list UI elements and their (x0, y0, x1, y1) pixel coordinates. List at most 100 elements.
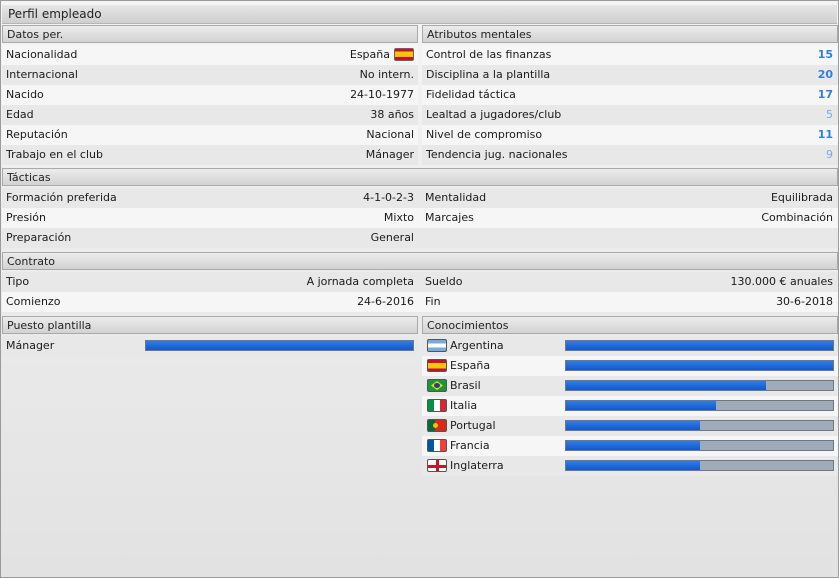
contract-label: Comienzo (6, 295, 61, 308)
attr-label: Fidelidad táctica (426, 88, 516, 101)
knowledge-row: Portugal (422, 416, 838, 436)
knowledge-fill (566, 461, 700, 470)
contract-label-2: Fin (425, 295, 441, 308)
row-label: Reputación (6, 128, 68, 141)
knowledge-fill (566, 381, 767, 390)
row-edad: Edad 38 años (2, 105, 418, 125)
tactic-row: Preparación General (2, 228, 838, 248)
country-label: Portugal (450, 419, 496, 432)
attr-row: Tendencia jug. nacionales 9 (422, 145, 838, 165)
employee-profile-window: Perfil empleado Datos per. Nacionalidad … (0, 0, 839, 578)
row-label: Nacido (6, 88, 44, 101)
argentina-flag-icon (427, 339, 447, 352)
role-level-bar (145, 340, 414, 351)
contract-row: Comienzo 24-6-2016 Fin 30-6-2018 (2, 292, 838, 312)
row-value: Nacional (366, 128, 414, 141)
knowledge-fill (566, 441, 700, 450)
attr-row: Fidelidad táctica 17 (422, 85, 838, 105)
attr-label: Disciplina a la plantilla (426, 68, 551, 81)
row-value: 24-10-1977 (350, 88, 414, 101)
attr-value: 17 (817, 88, 833, 101)
knowledge-fill (566, 361, 833, 370)
country-label: Argentina (450, 339, 504, 352)
england-flag-icon (427, 459, 447, 472)
role-row: Mánager (2, 336, 418, 356)
tactic-value: Mixto (383, 211, 414, 224)
attr-label: Nivel de compromiso (426, 128, 543, 141)
tactic-row: Presión Mixto Marcajes Combinación (2, 208, 838, 228)
spain-flag-icon (427, 359, 447, 372)
puesto-header: Puesto plantilla (2, 316, 418, 334)
knowledge-bar (565, 380, 834, 391)
knowledge-row: Brasil (422, 376, 838, 396)
row-label: Trabajo en el club (6, 148, 103, 161)
contract-value: A jornada completa (306, 275, 414, 288)
portugal-flag-icon (427, 419, 447, 432)
country-label: España (450, 359, 491, 372)
tactic-label: Preparación (6, 231, 72, 244)
attr-label: Tendencia jug. nacionales (426, 148, 568, 161)
knowledge-bar (565, 360, 834, 371)
attr-row: Lealtad a jugadores/club 5 (422, 105, 838, 125)
contract-value-2: 30-6-2018 (776, 295, 833, 308)
attr-row: Nivel de compromiso 11 (422, 125, 838, 145)
row-value: No intern. (359, 68, 414, 81)
knowledge-bar (565, 340, 834, 351)
row-label: Nacionalidad (6, 48, 78, 61)
tacticas-header: Tácticas (2, 168, 838, 186)
row-internacional: Internacional No intern. (2, 65, 418, 85)
attr-value: 15 (817, 48, 833, 61)
tactic-value: 4-1-0-2-3 (363, 191, 414, 204)
conocimientos-header: Conocimientos (422, 316, 838, 334)
contract-value: 24-6-2016 (357, 295, 414, 308)
attr-label: Lealtad a jugadores/club (426, 108, 562, 121)
attr-row: Disciplina a la plantilla 20 (422, 65, 838, 85)
tactic-label-2: Marcajes (425, 211, 474, 224)
row-value: Mánager (365, 148, 414, 161)
contract-value-2: 130.000 € anuales (730, 275, 833, 288)
attr-value: 11 (817, 128, 833, 141)
knowledge-fill (566, 401, 716, 410)
row-reputacion: Reputación Nacional (2, 125, 418, 145)
country-label: Inglaterra (450, 459, 504, 472)
france-flag-icon (427, 439, 447, 452)
tactic-value: General (370, 231, 414, 244)
tactic-label: Presión (6, 211, 46, 224)
knowledge-bar (565, 460, 834, 471)
knowledge-bar (565, 400, 834, 411)
row-label: Edad (6, 108, 34, 121)
tactic-value-2: Combinación (761, 211, 833, 224)
role-label: Mánager (6, 339, 55, 352)
knowledge-row: Argentina (422, 336, 838, 356)
knowledge-fill (566, 341, 833, 350)
spain-flag-icon (394, 47, 414, 61)
role-level-fill (146, 341, 413, 350)
country-label: Francia (450, 439, 490, 452)
contract-label-2: Sueldo (425, 275, 463, 288)
brazil-flag-icon (427, 379, 447, 392)
attr-row: Control de las finanzas 15 (422, 45, 838, 65)
row-nacionalidad: Nacionalidad España (2, 45, 418, 65)
knowledge-bar (565, 440, 834, 451)
row-value: España (350, 45, 414, 65)
knowledge-row: España (422, 356, 838, 376)
contract-label: Tipo (6, 275, 30, 288)
row-label: Internacional (6, 68, 78, 81)
attr-value: 20 (817, 68, 833, 81)
row-nacido: Nacido 24-10-1977 (2, 85, 418, 105)
tactic-row: Formación preferida 4-1-0-2-3 Mentalidad… (2, 188, 838, 208)
nationality-text: España (349, 48, 390, 61)
row-trabajo: Trabajo en el club Mánager (2, 145, 418, 165)
window-title: Perfil empleado (2, 5, 837, 24)
country-label: Brasil (450, 379, 481, 392)
attr-value: 9 (826, 148, 833, 161)
knowledge-row: Inglaterra (422, 456, 838, 476)
attr-value: 5 (826, 108, 833, 121)
atributos-header: Atributos mentales (422, 25, 838, 43)
row-value: 38 años (370, 108, 414, 121)
knowledge-bar (565, 420, 834, 431)
contrato-header: Contrato (2, 252, 838, 270)
datos-header: Datos per. (2, 25, 418, 43)
tactic-label: Formación preferida (6, 191, 117, 204)
knowledge-row: Francia (422, 436, 838, 456)
